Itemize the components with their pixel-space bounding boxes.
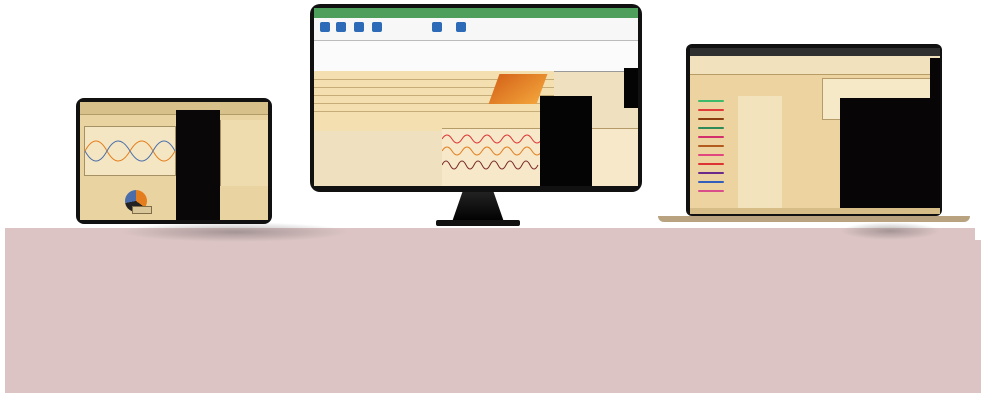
channel-bar: [698, 154, 724, 156]
laptop-dark-region: [840, 98, 930, 214]
monitor-neck: [452, 192, 504, 222]
tablet-toolbar: [80, 102, 268, 115]
monitor-dark-region: [540, 96, 592, 186]
tablet-sine-chart: [84, 126, 176, 176]
ribbon-icon[interactable]: [320, 22, 330, 32]
monitor-screen: [314, 8, 638, 186]
ribbon-icon[interactable]: [432, 22, 442, 32]
channel-bar: [698, 118, 724, 120]
laptop-shadow: [840, 222, 940, 240]
monitor-dark-edge: [624, 68, 638, 108]
channel-bar: [698, 190, 724, 192]
floor: [5, 240, 981, 393]
tablet-shadow: [120, 222, 350, 242]
channel-bar: [698, 163, 724, 165]
tablet-button[interactable]: [132, 206, 152, 214]
ribbon-icon[interactable]: [456, 22, 466, 32]
channel-bar: [698, 127, 724, 129]
laptop-screen: [690, 48, 940, 214]
tablet-side-panel: [220, 120, 268, 186]
wave-icon: [84, 140, 176, 162]
channel-bar: [698, 109, 724, 111]
sheet-tabs[interactable]: [690, 208, 940, 214]
ribbon-icon[interactable]: [354, 22, 364, 32]
monitor-titlebar: [314, 8, 638, 18]
channel-bars: [690, 96, 738, 208]
laptop-ribbon: [690, 56, 940, 75]
tablet-screen: [80, 102, 268, 220]
laptop-menubar: [690, 48, 940, 56]
ribbon-icon[interactable]: [336, 22, 346, 32]
channel-bar: [698, 100, 724, 102]
ribbon-toolbar: [314, 18, 638, 41]
channel-bar: [698, 136, 724, 138]
channel-bar: [698, 181, 724, 183]
ribbon-icon[interactable]: [372, 22, 382, 32]
monitor-stand: [436, 220, 520, 226]
tablet-dark-region: [176, 110, 220, 220]
laptop-base: [658, 216, 970, 222]
channel-bar: [698, 172, 724, 174]
channel-bar: [698, 145, 724, 147]
property-grid: [314, 41, 638, 72]
project-tree: [738, 96, 782, 208]
laptop-dark-edge: [930, 58, 940, 208]
